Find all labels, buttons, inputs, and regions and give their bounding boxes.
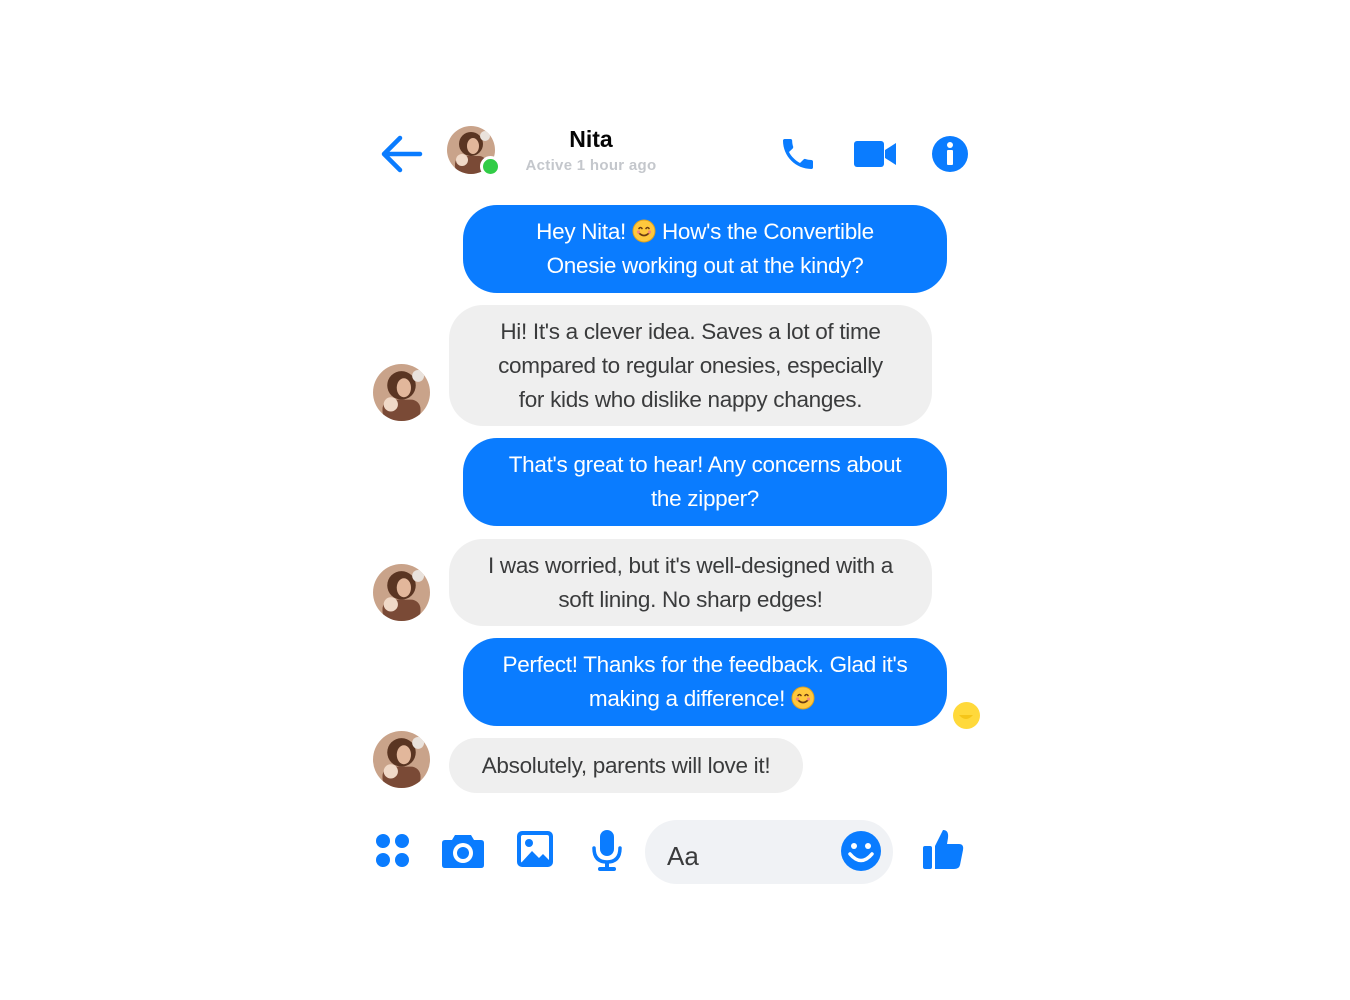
message-text: How's the Convertible (661, 219, 874, 244)
info-icon (932, 136, 968, 172)
outgoing-message[interactable]: Hey Nita! How's the Convertible Onesie wo… (463, 205, 947, 293)
message-text: compared to regular onesies, especially (498, 352, 883, 378)
message-text: making a difference! (588, 686, 786, 711)
camera-button[interactable] (441, 830, 485, 870)
incoming-message[interactable]: Absolutely, parents will love it! (449, 738, 803, 793)
photo-gallery-button[interactable] (515, 829, 555, 869)
sender-avatar[interactable] (373, 731, 430, 788)
back-arrow-icon (381, 135, 423, 173)
emoji-picker-button[interactable] (839, 829, 883, 873)
phone-icon (783, 139, 813, 169)
message-text: the zipper? (650, 486, 759, 511)
conversation-info-button[interactable] (930, 134, 970, 174)
message-text: Onesie working out at the kindy? (546, 253, 864, 278)
incoming-message[interactable]: I was worried, but it's well-designed wi… (449, 539, 932, 626)
message-text: I was worried, but it's well-designed wi… (487, 552, 894, 578)
message-text: Perfect! Thanks for the feedback. Glad i… (502, 652, 908, 677)
sender-avatar[interactable] (373, 564, 430, 621)
voice-call-button[interactable] (778, 134, 818, 174)
message-text: for kids who dislike nappy changes. (518, 386, 863, 412)
thumbs-up-icon (923, 830, 964, 869)
message-text: Hi! It's a clever idea. Saves a lot of t… (500, 318, 881, 344)
smiling-face-emoji-icon (632, 219, 656, 243)
outgoing-message[interactable]: That's great to hear! Any concerns about… (463, 438, 947, 526)
avatar-photo (373, 364, 430, 421)
outgoing-message[interactable]: Perfect! Thanks for the feedback. Glad i… (463, 638, 947, 726)
video-call-button[interactable] (852, 137, 898, 171)
message-text: That's great to hear! Any concerns about (508, 452, 902, 477)
online-status-indicator (480, 156, 501, 177)
video-camera-icon (854, 141, 896, 167)
emoji-icon (841, 831, 881, 871)
sender-avatar[interactable] (373, 364, 430, 421)
message-text: soft lining. No sharp edges! (558, 586, 823, 612)
seen-indicator-icon (952, 701, 981, 730)
send-like-button[interactable] (920, 826, 966, 872)
image-icon (517, 831, 553, 867)
voice-clip-button[interactable] (589, 828, 625, 872)
avatar-photo (373, 731, 430, 788)
message-text: Absolutely, parents will love it! (481, 752, 771, 778)
contact-name[interactable]: Nita (520, 126, 662, 153)
incoming-message[interactable]: Hi! It's a clever idea. Saves a lot of t… (449, 305, 932, 426)
camera-icon (442, 835, 484, 868)
microphone-icon (592, 830, 622, 871)
apps-icon (376, 834, 409, 867)
smiling-face-emoji-icon (791, 686, 815, 710)
active-status: Active 1 hour ago (525, 157, 657, 174)
avatar-photo (373, 564, 430, 621)
back-button[interactable] (378, 133, 424, 175)
message-text: Hey Nita! (536, 219, 626, 244)
more-actions-button[interactable] (374, 832, 412, 870)
